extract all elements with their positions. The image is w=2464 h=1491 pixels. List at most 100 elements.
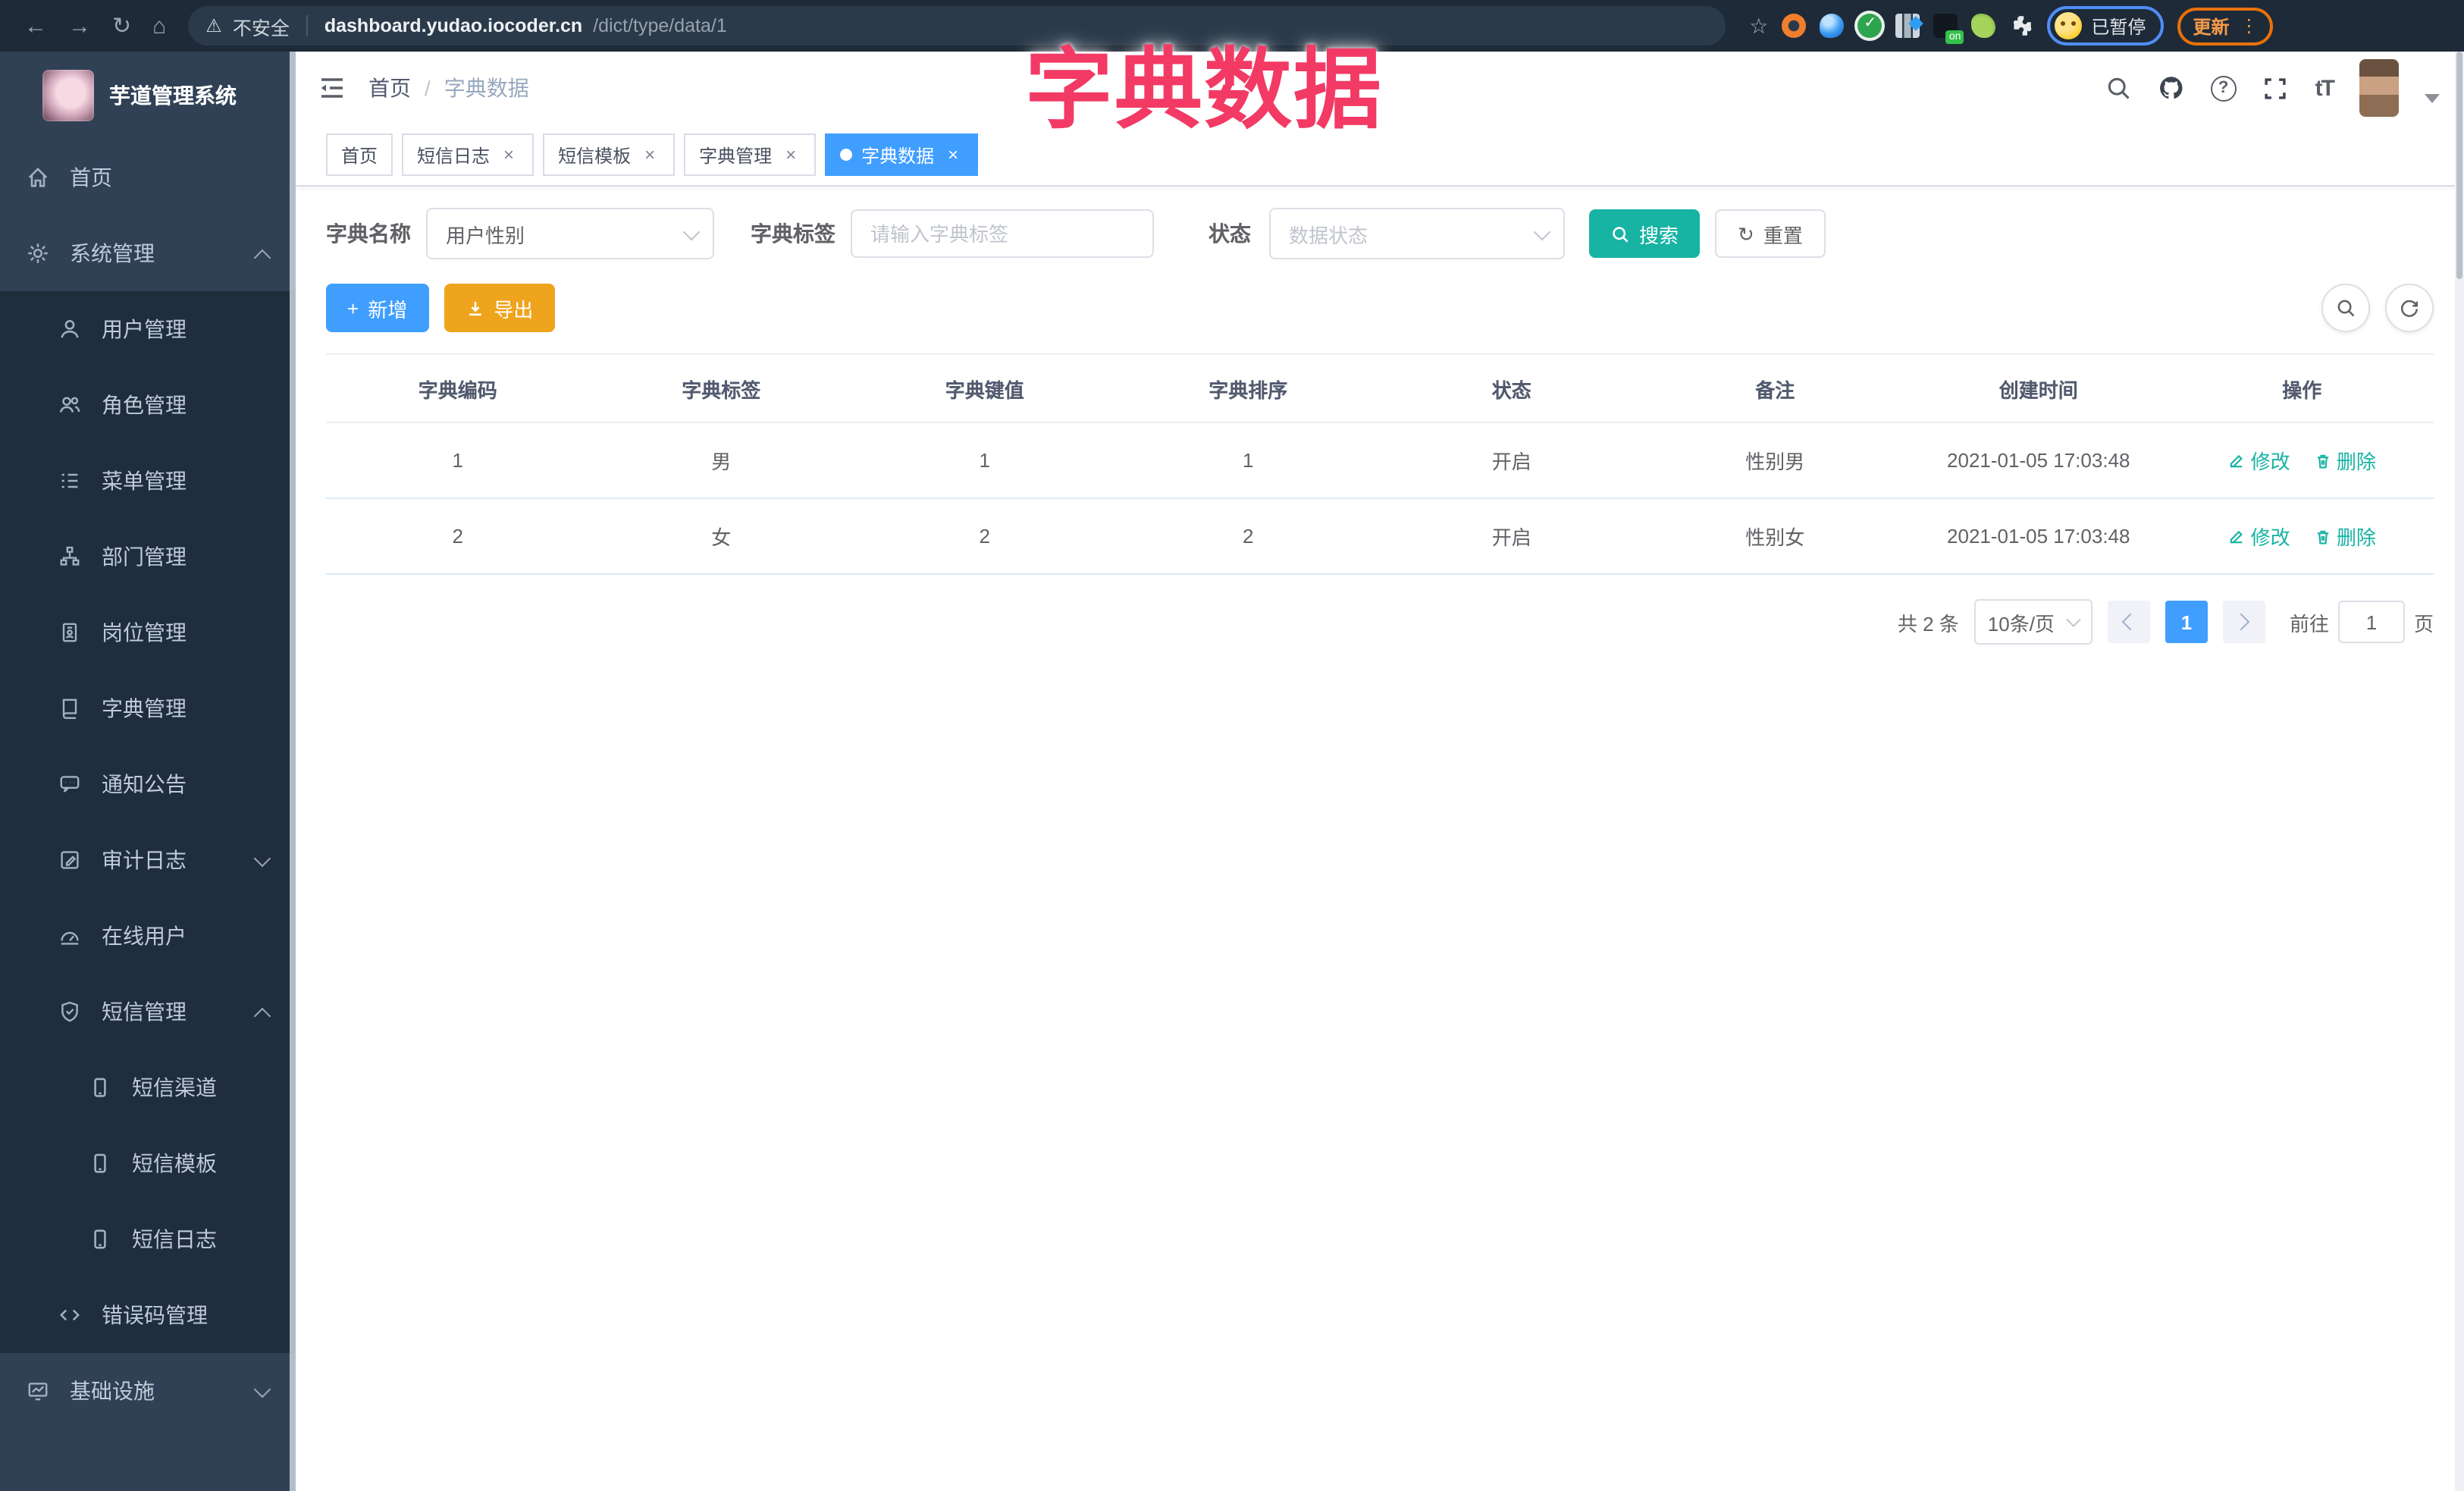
sidebar-item-home[interactable]: 首页: [0, 140, 296, 215]
cell-actions: 修改 删除: [2170, 498, 2434, 575]
chevron-down-icon: [253, 1380, 271, 1398]
dict-name-select[interactable]: 用户性别: [426, 208, 714, 259]
security-warning-icon: ⚠: [205, 15, 222, 36]
edit-link[interactable]: 修改: [2228, 522, 2290, 551]
reset-button[interactable]: ↻ 重置: [1715, 209, 1826, 258]
sidebar-item-system-management[interactable]: 系统管理: [0, 215, 296, 291]
cell-value: 1: [853, 422, 1117, 499]
cell-status: 开启: [1380, 498, 1644, 575]
goto-page-input[interactable]: [2337, 601, 2405, 643]
sidebar-item-label: 用户管理: [102, 317, 187, 341]
browser-update-button[interactable]: 更新 ⋮: [2177, 7, 2274, 45]
sidebar-item-sms-template[interactable]: 短信模板: [0, 1125, 296, 1201]
add-button[interactable]: + 新增: [326, 284, 429, 332]
delete-link[interactable]: 删除: [2314, 446, 2376, 475]
breadcrumb-home-link[interactable]: 首页: [368, 73, 411, 103]
sidebar-item-notice-announcement[interactable]: 通知公告: [0, 746, 296, 822]
refresh-icon: ↻: [1738, 222, 1754, 245]
show-search-icon[interactable]: [2321, 284, 2370, 332]
back-icon[interactable]: ←: [24, 13, 47, 39]
address-bar[interactable]: ⚠ 不安全 dashboard.yudao.iocoder.cn /dict/t…: [187, 6, 1726, 46]
sidebar-item-dept-management[interactable]: 部门管理: [0, 519, 296, 595]
reload-icon[interactable]: ↻: [112, 12, 131, 39]
sidebar-item-error-code-management[interactable]: 错误码管理: [0, 1277, 296, 1353]
tags-view: 首页 短信日志 × 短信模板 × 字典管理 × 字典数据 ×: [296, 124, 2464, 187]
sidebar-item-label: 系统管理: [70, 241, 155, 265]
chevron-down-icon: [1533, 223, 1551, 241]
export-button[interactable]: 导出: [444, 284, 555, 332]
caret-down-icon[interactable]: [2425, 94, 2440, 103]
extension-green-check-icon[interactable]: [1857, 14, 1882, 38]
sidebar-item-online-users[interactable]: 在线用户: [0, 898, 296, 974]
extension-blue-drop-icon[interactable]: [1820, 14, 1845, 38]
id-badge-icon: [58, 620, 82, 645]
profile-emoji-avatar: [2055, 12, 2083, 39]
extension-sprout-icon[interactable]: [1971, 14, 1996, 38]
status-select[interactable]: 数据状态: [1269, 208, 1565, 259]
help-icon[interactable]: ?: [2210, 75, 2237, 101]
cell-code: 1: [326, 422, 590, 499]
phone-icon: [88, 1151, 112, 1176]
prev-page-button[interactable]: [2107, 601, 2150, 643]
search-button[interactable]: 搜索: [1589, 209, 1701, 258]
sidebar-item-menu-management[interactable]: 菜单管理: [0, 443, 296, 519]
page-size-select[interactable]: 10条/页: [1973, 599, 2093, 645]
close-icon[interactable]: ×: [781, 145, 801, 165]
kebab-menu-icon[interactable]: ⋮: [2240, 15, 2258, 36]
sidebar-item-label: 部门管理: [102, 545, 187, 569]
close-icon[interactable]: ×: [499, 145, 519, 165]
sidebar-item-post-management[interactable]: 岗位管理: [0, 595, 296, 670]
search-button-label: 搜索: [1639, 224, 1679, 246]
extension-on-badge-icon[interactable]: [1933, 14, 1964, 44]
sidebar-item-dict-management[interactable]: 字典管理: [0, 670, 296, 746]
edit-link[interactable]: 修改: [2228, 446, 2290, 475]
tab-sms-log[interactable]: 短信日志 ×: [402, 133, 534, 176]
tab-dict-data[interactable]: 字典数据 ×: [825, 133, 979, 176]
refresh-table-icon[interactable]: [2385, 284, 2434, 332]
sidebar-item-sms-channel[interactable]: 短信渠道: [0, 1050, 296, 1125]
font-size-icon[interactable]: tT: [2315, 75, 2335, 101]
cell-value: 2: [853, 498, 1117, 575]
github-icon[interactable]: [2158, 74, 2185, 102]
sidebar-item-sms-management[interactable]: 短信管理: [0, 974, 296, 1050]
next-page-button[interactable]: [2222, 601, 2265, 643]
close-icon[interactable]: ×: [640, 145, 660, 165]
window-scrollbar[interactable]: [2455, 52, 2464, 1491]
hamburger-fold-icon[interactable]: [317, 73, 347, 103]
sidebar-item-audit-log[interactable]: 审计日志: [0, 822, 296, 898]
tab-home[interactable]: 首页: [326, 133, 393, 176]
edit-note-icon: [58, 848, 82, 872]
browser-home-icon[interactable]: ⌂: [152, 13, 166, 39]
tab-sms-template[interactable]: 短信模板 ×: [543, 133, 676, 176]
sidebar-item-infrastructure[interactable]: 基础设施: [0, 1353, 296, 1429]
logo-image: [42, 70, 94, 121]
scrollbar-thumb[interactable]: [2456, 52, 2462, 279]
sidebar-item-role-management[interactable]: 角色管理: [0, 367, 296, 443]
close-icon[interactable]: ×: [943, 145, 963, 165]
sidebar-scrollbar[interactable]: [290, 52, 296, 1491]
extension-stats-icon[interactable]: [1895, 14, 1920, 38]
bookmark-star-icon[interactable]: ☆: [1749, 13, 1768, 39]
extensions-puzzle-icon[interactable]: [2009, 14, 2033, 38]
tab-label: 短信模板: [558, 145, 632, 166]
fullscreen-icon[interactable]: [2262, 74, 2290, 102]
table-header-row: 字典编码 字典标签 字典键值 字典排序 状态 备注 创建时间 操作: [326, 353, 2434, 423]
user-avatar[interactable]: [2359, 59, 2399, 117]
search-icon[interactable]: [2105, 74, 2132, 102]
extension-orange-icon[interactable]: [1782, 14, 1807, 38]
sidebar-item-label: 审计日志: [102, 848, 187, 872]
delete-link[interactable]: 删除: [2314, 522, 2376, 551]
sidebar: 芋道管理系统 首页 系统管理 用户管理 角色管理 菜单管理 部门管理 岗位管理 …: [0, 52, 296, 1491]
page-number-1[interactable]: 1: [2165, 601, 2208, 643]
dict-tag-input[interactable]: [851, 209, 1154, 258]
header-actions: ? tT: [2105, 59, 2440, 117]
sidebar-menu: 首页 系统管理 用户管理 角色管理 菜单管理 部门管理 岗位管理 字典管理 通知…: [0, 140, 296, 1429]
sidebar-item-sms-log[interactable]: 短信日志: [0, 1201, 296, 1277]
cell-label: 男: [589, 422, 853, 499]
tab-dict-management[interactable]: 字典管理 ×: [684, 133, 817, 176]
forward-icon[interactable]: →: [68, 13, 91, 39]
sidebar-item-user-management[interactable]: 用户管理: [0, 291, 296, 367]
browser-profile-chip[interactable]: 已暂停: [2047, 6, 2165, 46]
table-row: 1 男 1 1 开启 性别男 2021-01-05 17:03:48 修改 删除: [326, 422, 2434, 499]
cell-created: 2021-01-05 17:03:48: [1907, 498, 2171, 575]
